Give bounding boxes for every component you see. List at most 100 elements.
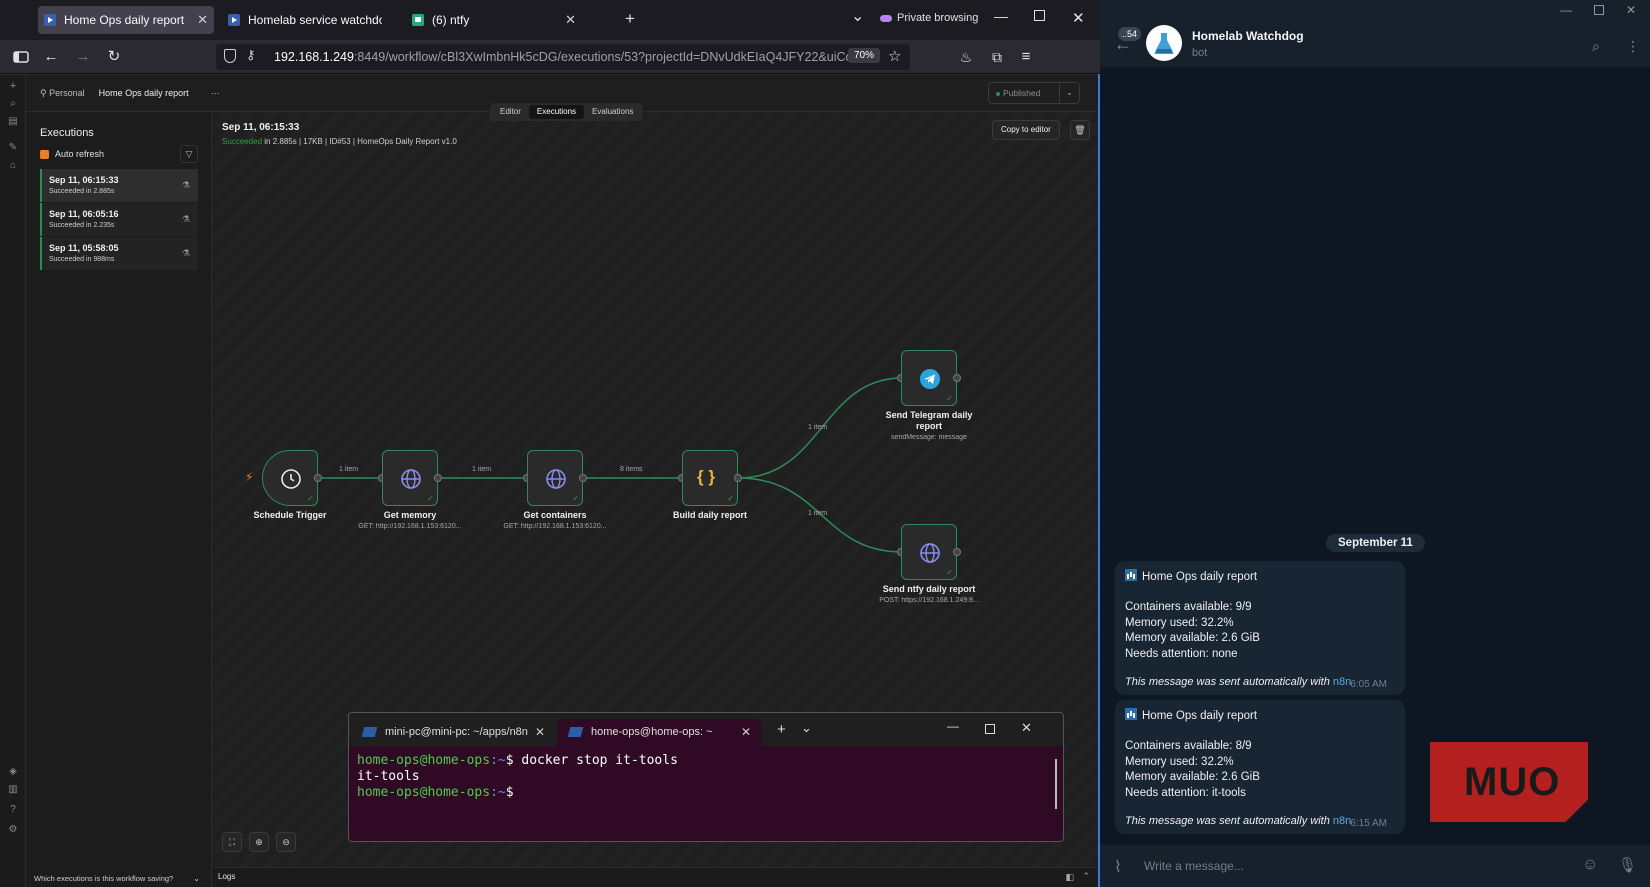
chevron-down-icon[interactable]: ⌄ bbox=[193, 874, 200, 883]
output-handle[interactable] bbox=[953, 548, 961, 556]
tab-evaluations[interactable]: Evaluations bbox=[584, 105, 641, 119]
auto-refresh-checkbox[interactable] bbox=[40, 149, 49, 159]
flask-icon[interactable]: ⚗ bbox=[182, 214, 190, 225]
sidebar-toggle-icon[interactable] bbox=[12, 48, 30, 66]
browser-tab-n8n[interactable]: Home Ops daily report - n8n ✕ bbox=[38, 6, 214, 34]
chevron-down-icon[interactable]: ⌄ bbox=[801, 720, 812, 736]
url-text[interactable]: 192.168.1.249:8449/workflow/cBl3XwImbnHk… bbox=[274, 50, 864, 64]
settings-icon[interactable]: ⚙ bbox=[8, 825, 18, 835]
chevron-up-icon[interactable]: ⌃ bbox=[1082, 871, 1090, 882]
forward-icon[interactable]: → bbox=[74, 48, 92, 66]
close-window-icon[interactable]: ✕ bbox=[1626, 3, 1636, 17]
node-label: Send ntfy daily report bbox=[882, 584, 976, 594]
browser-tab-watchdog[interactable]: Homelab service watchdog bbox=[222, 6, 398, 34]
help-icon[interactable]: ? bbox=[8, 805, 18, 815]
admin-icon[interactable]: ◈ bbox=[8, 767, 18, 777]
terminal-command: docker stop it-tools bbox=[513, 753, 678, 768]
message-line: Memory available: 2.6 GiB bbox=[1125, 771, 1260, 783]
output-handle[interactable] bbox=[953, 374, 961, 382]
new-tab-button[interactable]: + bbox=[625, 9, 635, 29]
bookmark-star-icon[interactable]: ☆ bbox=[888, 47, 901, 65]
terminal-tab-home-ops[interactable]: home-ops@home-ops: ~ ✕ bbox=[557, 719, 761, 746]
panel-toggle-icon[interactable]: ◧ bbox=[1065, 872, 1074, 883]
add-icon[interactable]: + bbox=[8, 81, 18, 92]
zoom-out-icon[interactable]: ⊖ bbox=[276, 832, 296, 852]
execution-item[interactable]: Sep 11, 06:15:33 Succeeded in 2.885s ⚗ bbox=[40, 169, 198, 202]
terminal-output[interactable]: home-ops@home-ops:~$ docker stop it-tool… bbox=[357, 753, 678, 801]
firefox-view-icon[interactable]: ♨ bbox=[957, 48, 975, 66]
output-handle[interactable] bbox=[734, 474, 742, 482]
flask-icon[interactable]: ⚗ bbox=[182, 180, 190, 191]
maximize-icon[interactable] bbox=[1594, 5, 1604, 15]
n8n-icon-rail: + ⌕ ▤ ✎ ⌂ ◈ ▥ ? ⚙ bbox=[0, 75, 26, 887]
node-subtitle: GET: http://192.168.1.153:6120... bbox=[358, 523, 462, 530]
close-window-icon[interactable]: ✕ bbox=[1021, 720, 1032, 736]
close-tab-icon[interactable]: ✕ bbox=[535, 725, 545, 739]
reload-icon[interactable]: ↻ bbox=[105, 48, 123, 66]
maximize-icon[interactable] bbox=[1034, 10, 1045, 21]
node-send-telegram[interactable]: ✓ bbox=[901, 350, 957, 406]
new-terminal-tab-icon[interactable]: + bbox=[777, 721, 786, 738]
message-input[interactable]: Write a message... bbox=[1144, 859, 1244, 873]
microphone-icon[interactable]: 🎙 bbox=[1618, 856, 1637, 874]
tracking-shield-icon[interactable] bbox=[224, 49, 236, 63]
node-get-containers[interactable]: ✓ bbox=[527, 450, 583, 506]
n8n-link[interactable]: n8n bbox=[1333, 676, 1351, 688]
tab-editor[interactable]: Editor bbox=[492, 105, 529, 119]
node-send-ntfy[interactable]: ✓ bbox=[901, 524, 957, 580]
logs-bar[interactable]: Logs ◧ ⌃ bbox=[212, 867, 1098, 887]
back-icon[interactable]: ← bbox=[42, 48, 60, 66]
output-handle[interactable] bbox=[434, 474, 442, 482]
menu-icon[interactable]: ≡ bbox=[1017, 48, 1035, 66]
published-button[interactable]: Published ⌄ bbox=[988, 82, 1080, 104]
overview-icon[interactable]: ▤ bbox=[8, 117, 18, 127]
minimize-icon[interactable]: — bbox=[947, 719, 959, 733]
n8n-link[interactable]: n8n bbox=[1333, 815, 1351, 827]
message-bubble[interactable]: Home Ops daily report Containers availab… bbox=[1115, 561, 1405, 695]
close-tab-icon[interactable]: ✕ bbox=[565, 12, 576, 28]
browser-tab-ntfy[interactable]: (6) ntfy ✕ bbox=[406, 6, 582, 34]
execution-item[interactable]: Sep 11, 05:58:05 Succeeded in 988ms ⚗ bbox=[40, 237, 198, 270]
minimize-icon[interactable]: — bbox=[1560, 3, 1572, 17]
search-icon[interactable]: ⌕ bbox=[8, 99, 18, 109]
close-tab-icon[interactable]: ✕ bbox=[197, 12, 208, 28]
execution-item[interactable]: Sep 11, 06:05:16 Succeeded in 2.235s ⚗ bbox=[40, 203, 198, 236]
avatar[interactable] bbox=[1146, 25, 1182, 61]
home-icon[interactable]: ⌂ bbox=[8, 161, 18, 171]
filter-icon[interactable]: ▽ bbox=[180, 145, 198, 163]
extensions-icon[interactable]: ⧉ bbox=[988, 48, 1006, 66]
node-build-daily-report[interactable]: { } ✓ bbox=[682, 450, 738, 506]
node-get-memory[interactable]: ✓ bbox=[382, 450, 438, 506]
flask-icon[interactable]: ⚗ bbox=[182, 248, 190, 259]
output-handle[interactable] bbox=[579, 474, 587, 482]
maximize-icon[interactable] bbox=[985, 724, 995, 734]
auto-refresh-toggle[interactable]: Auto refresh bbox=[40, 149, 104, 159]
fit-view-icon[interactable]: ⛶ bbox=[222, 832, 242, 852]
url-bar[interactable]: ⚷ 192.168.1.249:8449/workflow/cBl3XwImbn… bbox=[216, 44, 910, 70]
minimize-icon[interactable]: — bbox=[994, 8, 1008, 24]
attach-icon[interactable]: ⌇ bbox=[1114, 857, 1122, 877]
more-options-icon[interactable]: ··· bbox=[211, 88, 220, 99]
chevron-down-icon[interactable]: ⌄ bbox=[1059, 83, 1079, 103]
templates-icon[interactable]: ✎ bbox=[8, 143, 18, 153]
node-schedule-trigger[interactable]: ✓ bbox=[262, 450, 318, 506]
output-handle[interactable] bbox=[314, 474, 322, 482]
key-icon[interactable]: ⚷ bbox=[246, 47, 256, 63]
breadcrumb-workflow[interactable]: Home Ops daily report bbox=[99, 88, 189, 99]
search-icon[interactable]: ⌕ bbox=[1592, 38, 1608, 54]
tab-list-button[interactable]: ⌄ bbox=[851, 6, 864, 26]
message-bubble[interactable]: Home Ops daily report Containers availab… bbox=[1115, 700, 1405, 834]
close-window-icon[interactable]: ✕ bbox=[1072, 9, 1085, 27]
close-tab-icon[interactable]: ✕ bbox=[741, 725, 751, 739]
terminal-scrollbar[interactable] bbox=[1055, 759, 1057, 809]
emoji-icon[interactable]: ☺ bbox=[1582, 856, 1598, 874]
zoom-in-icon[interactable]: ⊕ bbox=[249, 832, 269, 852]
insights-icon[interactable]: ▥ bbox=[8, 785, 18, 795]
chat-title[interactable]: Homelab Watchdog bbox=[1192, 29, 1304, 43]
zoom-level-badge[interactable]: 70% bbox=[848, 48, 881, 63]
breadcrumb-project[interactable]: ⚲ Personal bbox=[40, 88, 85, 99]
terminal-tab-mini-pc[interactable]: mini-pc@mini-pc: ~/apps/n8n ✕ bbox=[351, 719, 555, 746]
tab-executions[interactable]: Executions bbox=[528, 105, 585, 119]
more-vertical-icon[interactable]: ⋮ bbox=[1626, 38, 1642, 54]
saving-question[interactable]: Which executions is this workflow saving… bbox=[34, 874, 204, 883]
